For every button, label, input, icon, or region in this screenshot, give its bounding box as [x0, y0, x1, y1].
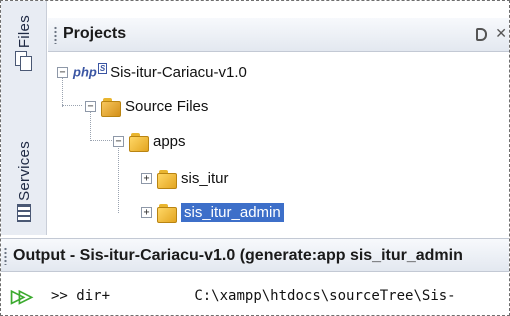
tree-node-source-files[interactable]: − Source Files	[85, 92, 208, 120]
console-path: C:\xampp\htdocs\sourceTree\Sis-	[194, 288, 456, 304]
output-console[interactable]: ▷▷ >> dir+ C:\xampp\htdocs\sourceTree\Si…	[1, 273, 509, 315]
source-folder-icon	[101, 97, 121, 117]
tree-node-sis-itur-admin[interactable]: + sis_itur_admin	[141, 198, 284, 226]
drag-grip-icon[interactable]	[4, 247, 7, 265]
collapse-toggle[interactable]: −	[57, 66, 68, 78]
console-prompt: >> dir+	[51, 288, 111, 304]
php-project-icon: php S	[73, 63, 108, 80]
files-tab-label: Files	[15, 15, 33, 49]
folder-icon	[157, 169, 177, 189]
services-tab-label: Services	[15, 141, 33, 201]
folder-icon	[129, 132, 149, 152]
minimize-icon[interactable]	[476, 28, 487, 41]
tree-label-sis-itur: sis_itur	[181, 169, 229, 187]
services-tab[interactable]: Services	[7, 141, 41, 222]
php-mark: php	[73, 64, 97, 80]
tree-node-apps[interactable]: − apps	[113, 127, 186, 155]
folder-icon	[157, 203, 177, 223]
tree-node-project[interactable]: − php S Sis-itur-Cariacu-v1.0	[57, 58, 247, 86]
output-panel-header: Output - Sis-itur-Cariacu-v1.0 (generate…	[1, 238, 509, 272]
collapse-toggle[interactable]: −	[85, 100, 96, 112]
output-title: Output - Sis-itur-Cariacu-v1.0 (generate…	[13, 247, 463, 264]
tree-guide	[90, 140, 112, 141]
files-icon	[15, 51, 33, 72]
projects-title: Projects	[63, 25, 127, 42]
drag-grip-icon[interactable]	[54, 26, 57, 44]
close-icon[interactable]: ✕	[495, 25, 507, 42]
rerun-icon[interactable]: ▷▷	[11, 286, 33, 307]
expand-toggle[interactable]: +	[141, 172, 152, 184]
projects-panel-header: Projects ✕	[48, 18, 509, 52]
collapse-toggle[interactable]: −	[113, 135, 124, 147]
files-tab[interactable]: Files	[7, 15, 41, 72]
tree-label-apps: apps	[153, 132, 186, 150]
tree-guide	[62, 105, 82, 106]
project-tree: − php S Sis-itur-Cariacu-v1.0 − Source Fi…	[48, 53, 509, 235]
expand-toggle[interactable]: +	[141, 206, 152, 218]
tree-label-project: Sis-itur-Cariacu-v1.0	[110, 63, 247, 81]
tree-label-source-files: Source Files	[125, 97, 209, 115]
console-line: >> dir+ C:\xampp\htdocs\sourceTree\Sis-	[51, 288, 456, 304]
side-tab-strip: Files Services	[1, 1, 47, 235]
tree-label-sis-itur-admin: sis_itur_admin	[181, 202, 284, 222]
services-icon	[17, 203, 31, 222]
tree-node-sis-itur[interactable]: + sis_itur	[141, 164, 229, 192]
